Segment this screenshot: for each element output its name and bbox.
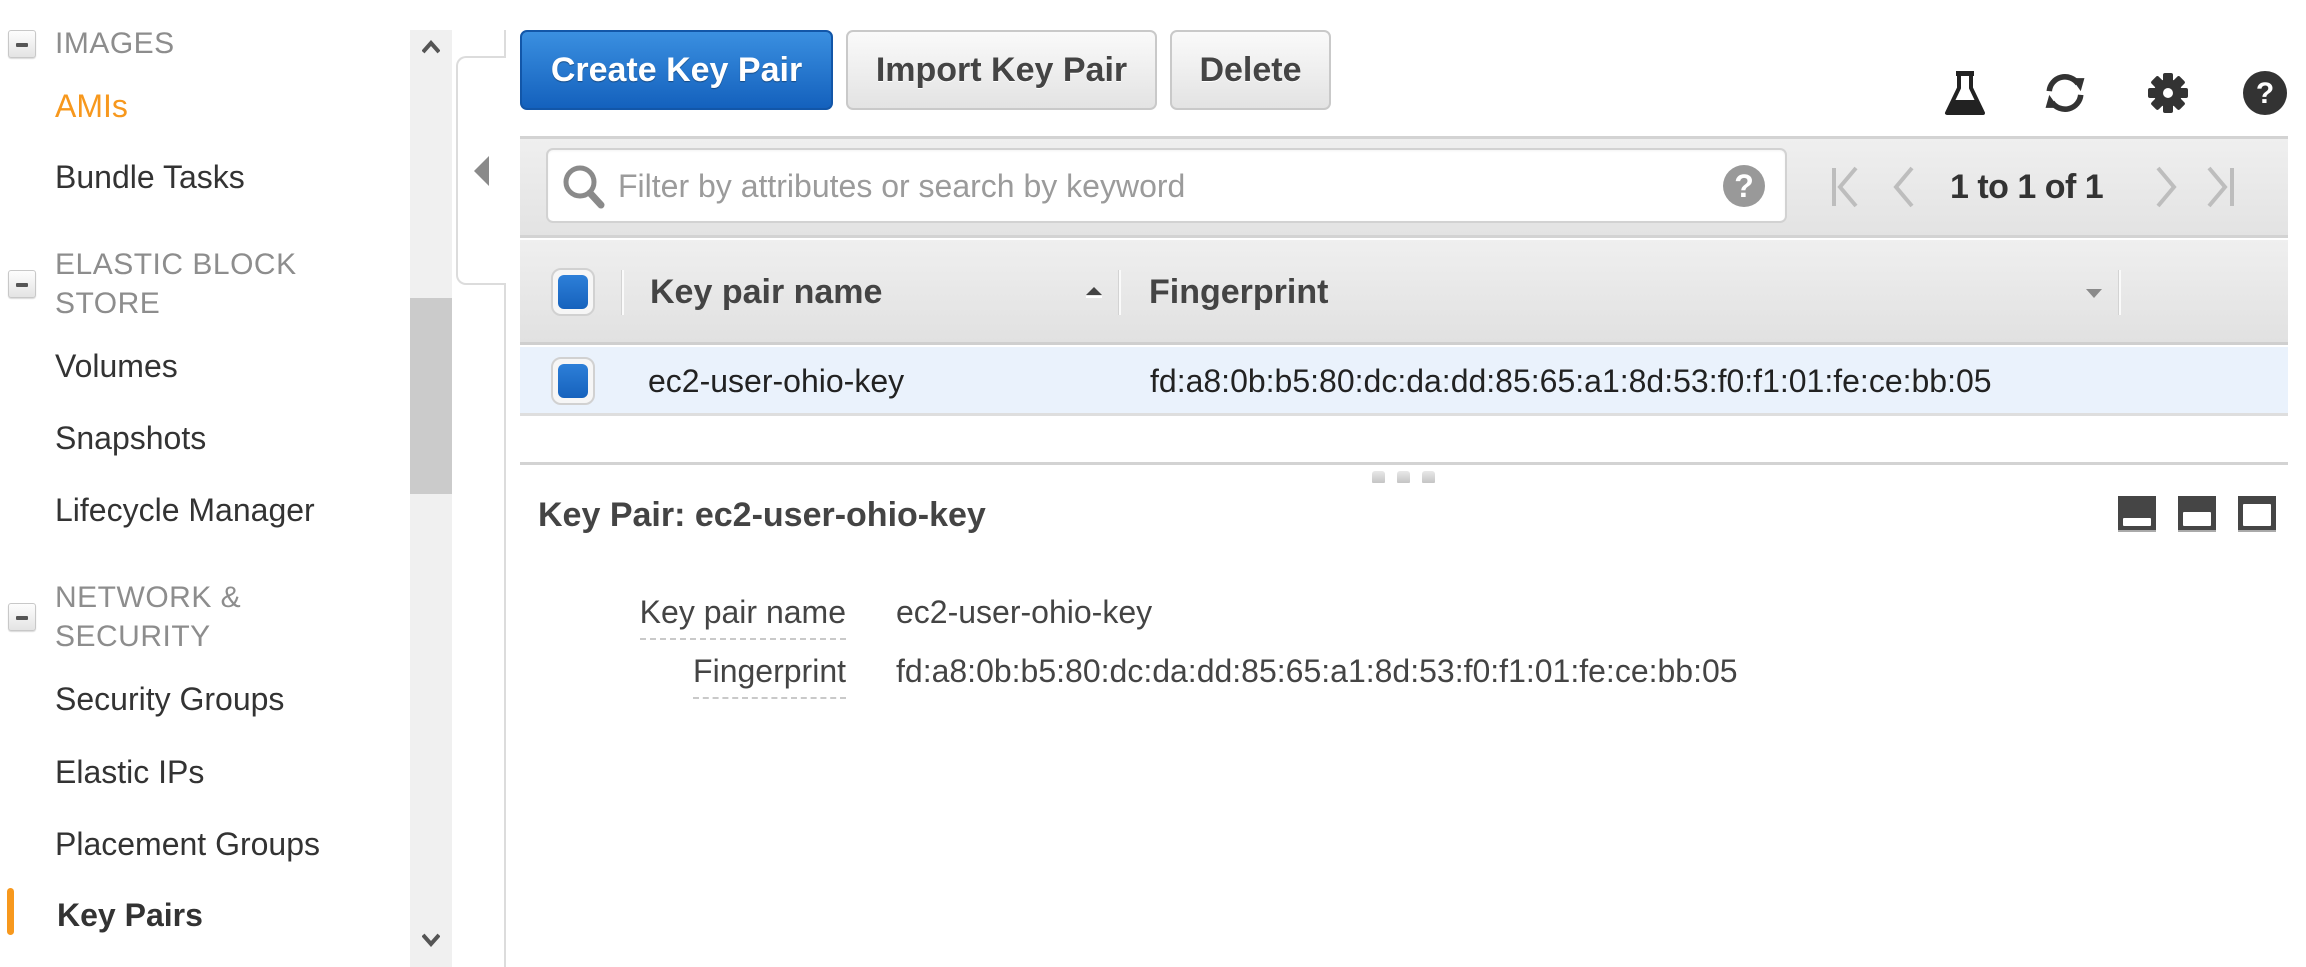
gear-icon	[2148, 72, 2188, 113]
detail-value-key-pair-name: ec2-user-ohio-key	[896, 594, 1153, 630]
sidebar-scrollbar-track[interactable]	[410, 30, 452, 967]
column-separator[interactable]	[1118, 270, 1121, 315]
collapse-sidebar-button[interactable]	[456, 56, 506, 285]
flask-button[interactable]	[1940, 65, 1990, 120]
triangle-left-icon	[474, 155, 489, 186]
refresh-icon	[2045, 73, 2085, 112]
pane-medium-icon	[2183, 512, 2211, 526]
detail-label-key-pair-name: Key pair name	[639, 592, 846, 640]
sort-ascending-icon[interactable]	[1085, 285, 1103, 299]
help-icon: ?	[2243, 70, 2287, 115]
collapse-images-section-toggle[interactable]	[8, 30, 36, 58]
import-key-pair-button[interactable]: Import Key Pair	[846, 30, 1157, 110]
collapse-tab-joint	[504, 58, 507, 283]
previous-page-button[interactable]	[1890, 163, 1916, 211]
cell-key-pair-name: ec2-user-ohio-key	[648, 363, 905, 399]
scroll-up-button[interactable]	[410, 32, 452, 62]
sidebar-item-snapshots[interactable]: Snapshots	[55, 418, 206, 458]
select-all-checkbox[interactable]	[551, 268, 595, 316]
detail-pane-divider	[520, 462, 2288, 465]
layout-medium-pane-button[interactable]	[2178, 496, 2216, 532]
search-icon	[563, 165, 605, 209]
sidebar-item-placement-groups[interactable]: Placement Groups	[55, 824, 320, 864]
section-header-ebs-line2: STORE	[55, 287, 161, 320]
collapse-ebs-section-toggle[interactable]	[8, 270, 36, 298]
table-header: Key pair name Fingerprint	[520, 240, 2288, 345]
sidebar-nav: IMAGES AMIs Bundle Tasks ELASTIC BLOCK S…	[0, 0, 410, 967]
scroll-down-button[interactable]	[410, 925, 452, 955]
first-page-icon	[1832, 166, 1858, 208]
chevron-down-icon	[422, 933, 440, 947]
filter-search-input[interactable]	[618, 158, 1698, 214]
first-page-button[interactable]	[1830, 163, 1860, 211]
pagination-status: 1 to 1 of 1	[1950, 168, 2104, 206]
chevron-up-icon	[422, 40, 440, 54]
detail-value-fingerprint: fd:a8:0b:b5:80:dc:da:dd:85:65:a1:8d:53:f…	[896, 653, 1738, 689]
search-help-icon[interactable]: ?	[1723, 165, 1765, 207]
grip-dot	[1372, 471, 1385, 483]
cell-fingerprint: fd:a8:0b:b5:80:dc:da:dd:85:65:a1:8d:53:f…	[1150, 363, 1992, 399]
layout-small-pane-button[interactable]	[2118, 496, 2156, 532]
section-header-ebs-line1: ELASTIC BLOCK	[55, 248, 297, 281]
detail-pane-title: Key Pair: ec2-user-ohio-key	[538, 496, 986, 534]
sidebar-item-elastic-ips[interactable]: Elastic IPs	[55, 752, 204, 792]
grip-dot	[1397, 471, 1410, 483]
sidebar-item-volumes[interactable]: Volumes	[55, 346, 178, 386]
sidebar-item-bundle-tasks[interactable]: Bundle Tasks	[55, 157, 245, 197]
column-header-fingerprint[interactable]: Fingerprint	[1149, 272, 1328, 312]
section-header-images: IMAGES	[55, 27, 175, 60]
last-page-button[interactable]	[2204, 163, 2238, 211]
help-button[interactable]: ?	[2240, 65, 2290, 120]
settings-button[interactable]	[2143, 65, 2193, 120]
pane-large-icon	[2243, 504, 2271, 526]
detail-label-fingerprint: Fingerprint	[693, 651, 846, 699]
flask-icon	[1945, 70, 1985, 115]
create-key-pair-button[interactable]: Create Key Pair	[520, 30, 833, 110]
sidebar-item-amis[interactable]: AMIs	[55, 86, 128, 126]
svg-text:?: ?	[2256, 77, 2274, 110]
sidebar-item-key-pairs[interactable]: Key Pairs	[57, 895, 203, 935]
next-page-button[interactable]	[2154, 163, 2180, 211]
refresh-button[interactable]	[2040, 65, 2090, 120]
section-header-network-line1: NETWORK &	[55, 581, 242, 614]
column-separator[interactable]	[621, 270, 624, 315]
layout-large-pane-button[interactable]	[2238, 496, 2276, 532]
row-select-checkbox[interactable]	[551, 357, 595, 405]
column-menu-caret-icon[interactable]	[2085, 288, 2103, 300]
search-box[interactable]: ?	[546, 148, 1787, 223]
chevron-right-icon	[2156, 166, 2177, 208]
collapse-network-security-section-toggle[interactable]	[8, 603, 36, 631]
grip-dot	[1422, 471, 1435, 483]
sidebar-item-lifecycle-manager[interactable]: Lifecycle Manager	[55, 490, 315, 530]
column-header-key-pair-name[interactable]: Key pair name	[650, 272, 882, 312]
table-row[interactable]: ec2-user-ohio-key fd:a8:0b:b5:80:dc:da:d…	[520, 347, 2288, 416]
detail-pane-resize-handle[interactable]	[1372, 471, 1442, 485]
current-item-marker	[7, 888, 14, 935]
sidebar-item-security-groups[interactable]: Security Groups	[55, 679, 284, 719]
column-separator[interactable]	[2118, 270, 2121, 315]
delete-button[interactable]: Delete	[1170, 30, 1331, 110]
pane-small-icon	[2123, 518, 2151, 526]
section-header-network-line2: SECURITY	[55, 620, 211, 653]
sidebar-scrollbar-thumb[interactable]	[410, 298, 452, 494]
last-page-icon	[2207, 166, 2234, 208]
chevron-left-icon	[1893, 166, 1914, 208]
